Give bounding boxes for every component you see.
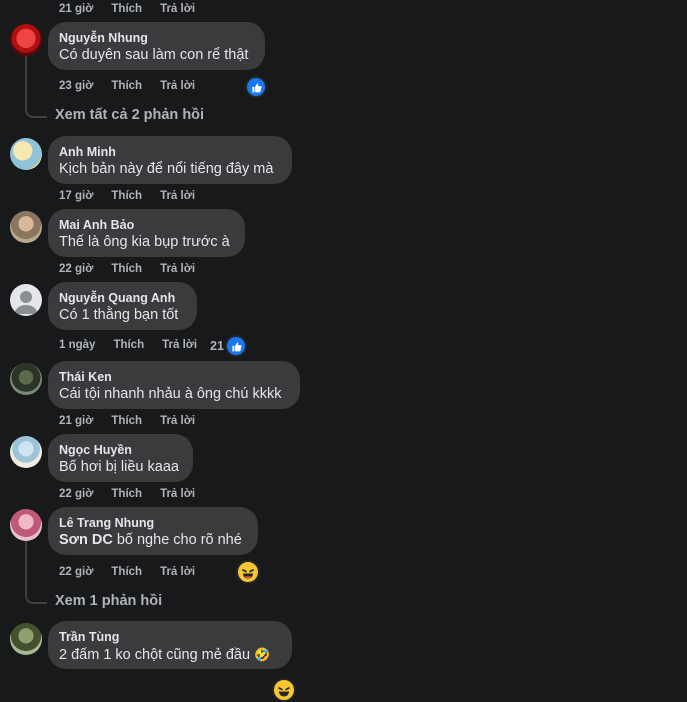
comment-text: Sơn DC bố nghe cho rõ nhé [59, 532, 242, 548]
comment-time[interactable]: 21 giờ [59, 415, 93, 427]
comment-text: Có duyên sau làm con rể thật [59, 47, 249, 63]
reply-button[interactable]: Trả lời [160, 566, 195, 578]
comment-bubble: Trần Tùng 2 đấm 1 ko chột cũng mẻ đầu 🤣 [48, 621, 292, 669]
comment-text: Bố hơi bị liều kaaa [59, 459, 179, 475]
avatar[interactable] [10, 363, 42, 395]
reply-button[interactable]: Trả lời [162, 339, 197, 351]
comment-time[interactable]: 23 giờ [59, 80, 93, 92]
comment-bubble: Anh Minh Kịch bản này để nổi tiếng đây m… [48, 136, 292, 184]
avatar[interactable] [10, 138, 42, 170]
comment-meta: 22 giờ Thích Trả lời [59, 488, 213, 500]
default-avatar-icon [14, 291, 38, 314]
like-button[interactable]: Thích [111, 190, 142, 202]
comment-text: Có 1 thằng bạn tốt [59, 307, 179, 323]
like-reaction-icon[interactable] [245, 76, 267, 98]
comment-author[interactable]: Nguyễn Nhung [59, 30, 253, 46]
comment-meta: 22 giờ Thích Trả lời [59, 263, 213, 275]
thread-hook [25, 593, 47, 604]
comment-time[interactable]: 22 giờ [59, 263, 93, 275]
reply-button[interactable]: Trả lời [160, 190, 195, 202]
comment-time[interactable]: 22 giờ [59, 566, 93, 578]
comment-meta: 17 giờ Thích Trả lời [59, 190, 213, 202]
comment-time[interactable]: 22 giờ [59, 488, 93, 500]
thread-hook [25, 107, 47, 118]
like-button[interactable]: Thích [111, 80, 142, 92]
comment-bubble: Lê Trang Nhung Sơn DC bố nghe cho rõ nhé [48, 507, 258, 555]
comment-author[interactable]: Ngọc Huyền [59, 442, 181, 458]
comment-author[interactable]: Trần Tùng [59, 629, 280, 645]
reply-button[interactable]: Trả lời [160, 263, 195, 275]
comment-author[interactable]: Lê Trang Nhung [59, 515, 246, 531]
comment-text: 2 đấm 1 ko chột cũng mẻ đầu 🤣 [59, 647, 271, 663]
avatar[interactable] [10, 509, 42, 541]
avatar[interactable] [10, 284, 42, 316]
like-button[interactable]: Thích [111, 415, 142, 427]
reply-button[interactable]: Trả lời [160, 80, 195, 92]
thread-line [25, 55, 27, 109]
avatar[interactable] [10, 211, 42, 243]
comment-time[interactable]: 1 ngày [59, 339, 95, 351]
comment-meta: 1 ngày Thích Trả lời [59, 339, 215, 351]
mention-link[interactable]: Sơn DC [59, 532, 113, 548]
like-reaction-icon[interactable] [225, 335, 247, 357]
like-button[interactable]: Thích [111, 263, 142, 275]
comment-bubble: Ngọc Huyền Bố hơi bị liều kaaa [48, 434, 193, 482]
avatar[interactable] [10, 24, 42, 56]
view-replies-link[interactable]: Xem 1 phản hồi [55, 593, 162, 609]
comment-meta: 23 giờ Thích Trả lời [59, 80, 213, 92]
rofl-emoji-icon: 🤣 [254, 647, 271, 662]
reply-button[interactable]: Trả lời [160, 415, 195, 427]
like-button[interactable]: Thích [111, 488, 142, 500]
comment-author[interactable]: Nguyễn Quang Anh [59, 290, 185, 306]
avatar[interactable] [10, 623, 42, 655]
haha-reaction-icon[interactable] [272, 678, 296, 702]
comment-bubble: Nguyễn Quang Anh Có 1 thằng bạn tốt [48, 282, 197, 330]
reaction-count[interactable]: 21 [210, 339, 224, 353]
comment-meta: 21 giờ Thích Trả lời [59, 415, 213, 427]
comment-bubble: Nguyễn Nhung Có duyên sau làm con rể thậ… [48, 22, 265, 70]
comment-author[interactable]: Thái Ken [59, 369, 288, 385]
comment-time[interactable]: 17 giờ [59, 190, 93, 202]
comment-text: Cái tội nhanh nhảu à ông chú kkkk [59, 386, 282, 402]
reply-button[interactable]: Trả lời [160, 3, 195, 15]
comment-meta: 22 giờ Thích Trả lời [59, 566, 213, 578]
comment-bubble: Thái Ken Cái tội nhanh nhảu à ông chú kk… [48, 361, 300, 409]
haha-reaction-icon[interactable] [236, 560, 260, 584]
comment-bubble: Mai Anh Bảo Thế là ông kia bụp trước à [48, 209, 245, 257]
avatar[interactable] [10, 436, 42, 468]
comment-author[interactable]: Mai Anh Bảo [59, 217, 233, 233]
comment-time[interactable]: 21 giờ [59, 3, 93, 15]
comment-text: Kịch bản này để nổi tiếng đây mà [59, 161, 274, 177]
comment-text: Thế là ông kia bụp trước à [59, 234, 230, 250]
like-button[interactable]: Thích [111, 566, 142, 578]
comment-author[interactable]: Anh Minh [59, 144, 280, 160]
like-button[interactable]: Thích [113, 339, 144, 351]
view-replies-link[interactable]: Xem tất cả 2 phản hồi [55, 107, 204, 123]
thread-line [25, 541, 27, 593]
comment-meta: 21 giờ Thích Trả lời [59, 3, 213, 15]
like-button[interactable]: Thích [111, 3, 142, 15]
reply-button[interactable]: Trả lời [160, 488, 195, 500]
